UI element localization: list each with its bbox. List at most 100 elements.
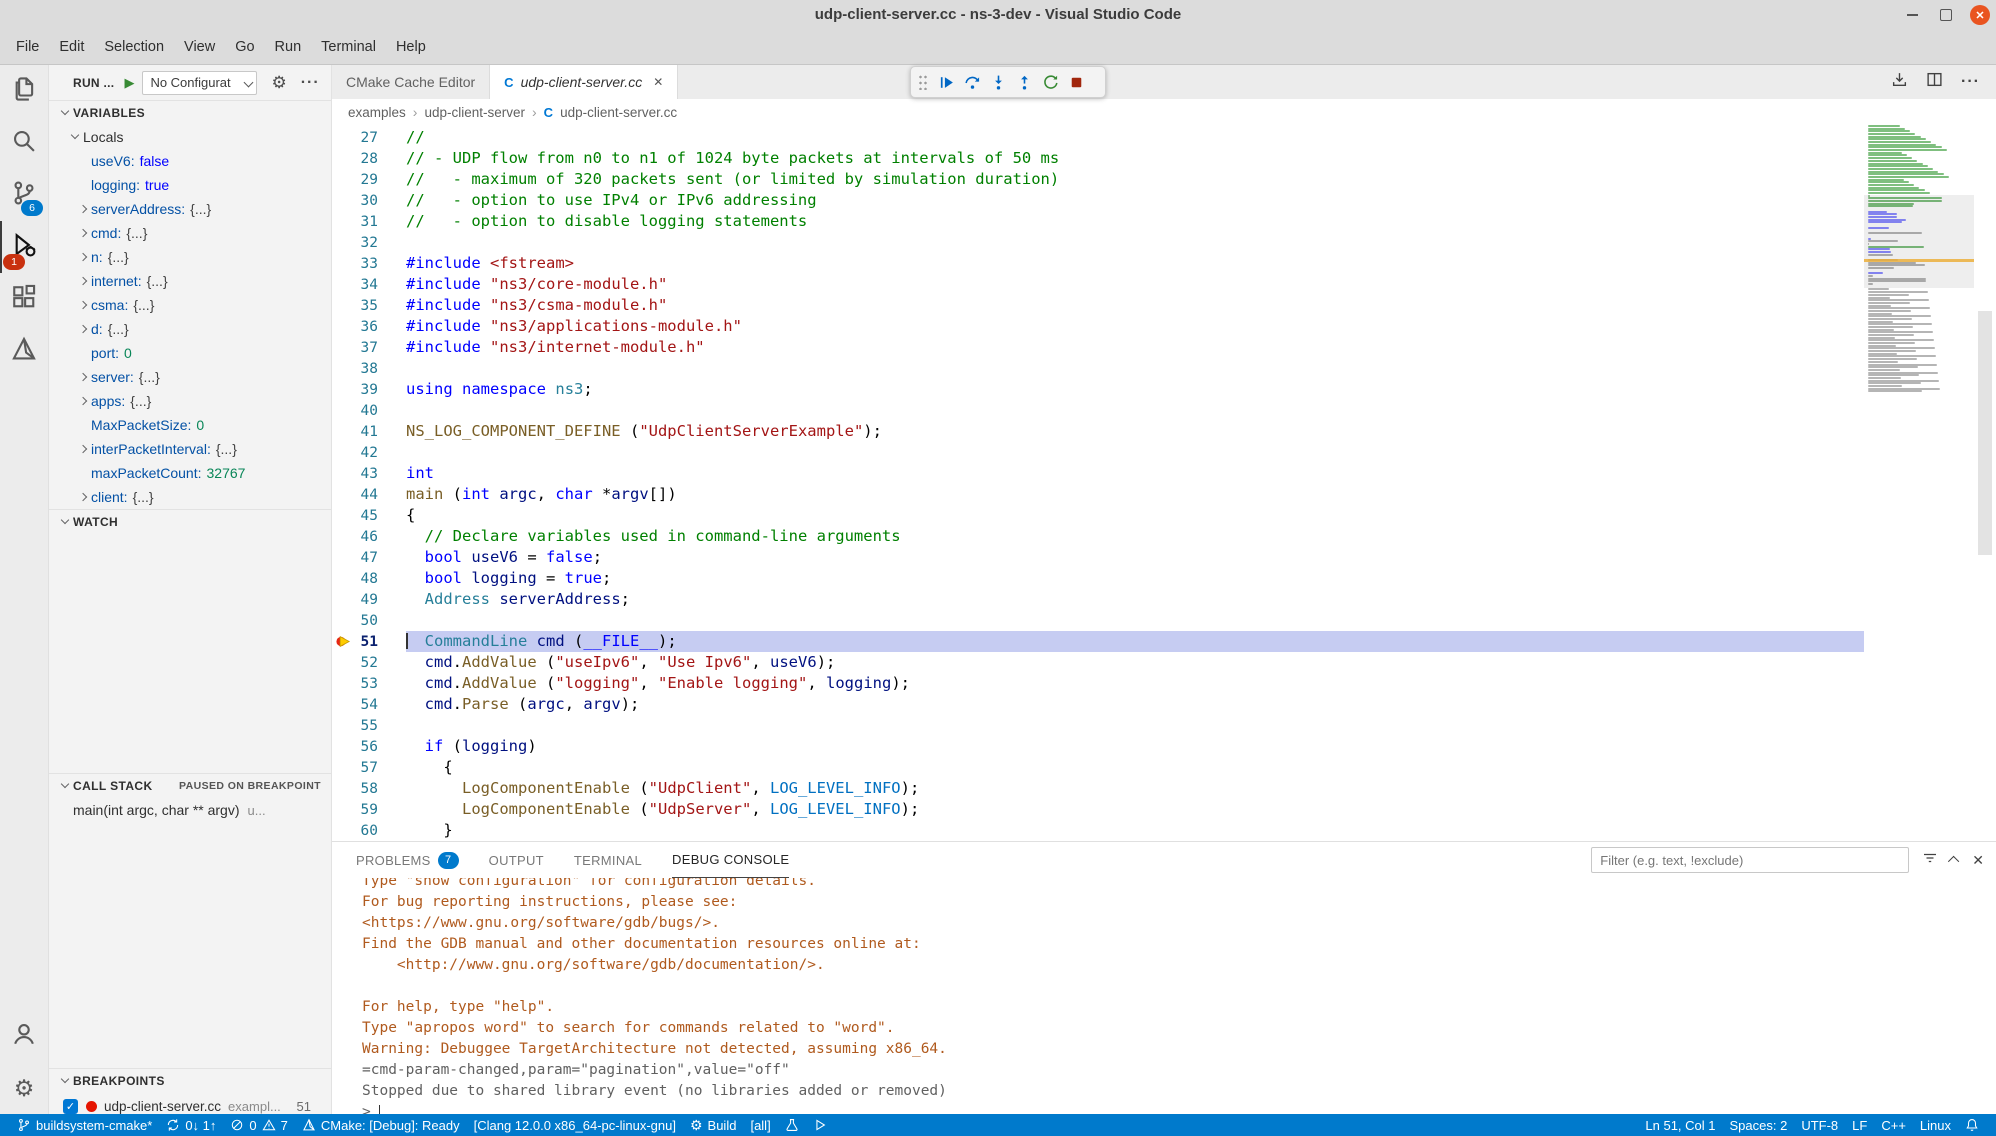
variable-row[interactable]: apps:{...} xyxy=(49,389,331,413)
panel-tab-debug-console[interactable]: DEBUG CONSOLE xyxy=(672,842,789,878)
status-git-branch[interactable]: buildsystem-cmake* xyxy=(10,1118,159,1133)
stop-button[interactable] xyxy=(1064,70,1088,94)
gutter[interactable]: 58 xyxy=(332,778,406,799)
gutter[interactable]: 49 xyxy=(332,589,406,610)
code-line[interactable]: { xyxy=(406,757,1864,778)
editor-scrollbar[interactable] xyxy=(1974,125,1996,841)
tab-udp-client-server[interactable]: C udp-client-server.cc ✕ xyxy=(490,65,678,99)
gutter[interactable]: 48 xyxy=(332,568,406,589)
call-stack-frame[interactable]: main(int argc, char ** argv) u... xyxy=(49,798,331,822)
variable-row[interactable]: MaxPacketSize:0 xyxy=(49,413,331,437)
code-line[interactable] xyxy=(406,358,1864,379)
variable-row[interactable]: interPacketInterval:{...} xyxy=(49,437,331,461)
status-cmake-build[interactable]: ⚙Build xyxy=(683,1118,743,1133)
gutter[interactable]: 59 xyxy=(332,799,406,820)
panel-tab-terminal[interactable]: TERMINAL xyxy=(574,842,642,878)
code-line[interactable]: bool useV6 = false; xyxy=(406,547,1864,568)
status-problems[interactable]: 07 xyxy=(223,1118,294,1133)
variables-section-header[interactable]: VARIABLES xyxy=(49,100,331,125)
breadcrumb-folder[interactable]: examples xyxy=(348,105,406,120)
gutter[interactable]: 53 xyxy=(332,673,406,694)
gutter[interactable]: 34 xyxy=(332,274,406,295)
code-line[interactable] xyxy=(406,442,1864,463)
variable-row[interactable]: logging:true xyxy=(49,173,331,197)
status-git-sync[interactable]: 0↓ 1↑ xyxy=(159,1118,223,1133)
gutter[interactable]: 30 xyxy=(332,190,406,211)
code-line[interactable]: #include "ns3/applications-module.h" xyxy=(406,316,1864,337)
gutter[interactable]: 55 xyxy=(332,715,406,736)
status-test[interactable] xyxy=(778,1118,806,1132)
minimap[interactable] xyxy=(1864,125,1974,425)
step-into-button[interactable] xyxy=(986,70,1010,94)
menu-selection[interactable]: Selection xyxy=(94,39,174,55)
status-cmake-status[interactable]: CMake: [Debug]: Ready xyxy=(295,1118,467,1133)
debug-config-select[interactable]: No Configurat xyxy=(142,71,257,95)
code-line[interactable]: } xyxy=(406,820,1864,841)
variable-row[interactable]: server:{...} xyxy=(49,365,331,389)
call-stack-section-header[interactable]: CALL STACK PAUSED ON BREAKPOINT xyxy=(49,773,331,798)
variable-row[interactable]: cmd:{...} xyxy=(49,221,331,245)
gutter[interactable]: 56 xyxy=(332,736,406,757)
drag-handle-icon[interactable] xyxy=(918,74,929,90)
panel-tab-problems[interactable]: PROBLEMS7 xyxy=(356,842,459,878)
code-line[interactable]: #include "ns3/internet-module.h" xyxy=(406,337,1864,358)
gutter[interactable]: 42 xyxy=(332,442,406,463)
menu-file[interactable]: File xyxy=(6,39,49,55)
code-line[interactable]: int xyxy=(406,463,1864,484)
code-line[interactable]: bool logging = true; xyxy=(406,568,1864,589)
code-line[interactable]: // - maximum of 320 packets sent (or lim… xyxy=(406,169,1864,190)
sidebar-item-extensions[interactable] xyxy=(0,273,48,325)
code-line[interactable] xyxy=(406,610,1864,631)
close-button[interactable]: ✕ xyxy=(1970,5,1990,25)
gutter[interactable]: 29 xyxy=(332,169,406,190)
gutter[interactable]: 46 xyxy=(332,526,406,547)
code-line[interactable]: // - option to use IPv4 or IPv6 addressi… xyxy=(406,190,1864,211)
gutter[interactable]: 52 xyxy=(332,652,406,673)
manage-button[interactable]: ⚙ xyxy=(0,1062,48,1114)
split-editor-icon[interactable] xyxy=(1926,71,1943,93)
code-line[interactable]: LogComponentEnable ("UdpClient", LOG_LEV… xyxy=(406,778,1864,799)
code-line[interactable]: #include "ns3/csma-module.h" xyxy=(406,295,1864,316)
gutter[interactable]: 50 xyxy=(332,610,406,631)
code-line[interactable]: LogComponentEnable ("UdpServer", LOG_LEV… xyxy=(406,799,1864,820)
gutter[interactable]: 36 xyxy=(332,316,406,337)
menu-terminal[interactable]: Terminal xyxy=(311,39,386,55)
sidebar-item-cmake[interactable] xyxy=(0,325,48,377)
minimize-button[interactable] xyxy=(1902,5,1922,25)
gutter[interactable]: 35 xyxy=(332,295,406,316)
gutter[interactable]: 27 xyxy=(332,127,406,148)
gutter[interactable]: 57 xyxy=(332,757,406,778)
menu-go[interactable]: Go xyxy=(225,39,264,55)
code-line[interactable]: #include "ns3/core-module.h" xyxy=(406,274,1864,295)
gutter[interactable]: 33 xyxy=(332,253,406,274)
code-line[interactable] xyxy=(406,232,1864,253)
filter-lines-icon[interactable] xyxy=(1922,850,1938,871)
gutter[interactable]: 54 xyxy=(332,694,406,715)
debug-more-actions-icon[interactable]: ··· xyxy=(301,74,320,92)
gutter[interactable]: 37 xyxy=(332,337,406,358)
menu-run[interactable]: Run xyxy=(265,39,312,55)
menu-help[interactable]: Help xyxy=(386,39,436,55)
restart-button[interactable] xyxy=(1038,70,1062,94)
code-line[interactable]: Address serverAddress; xyxy=(406,589,1864,610)
variables-scope-row[interactable]: Locals xyxy=(49,125,331,149)
gutter[interactable]: 39 xyxy=(332,379,406,400)
status-launch[interactable] xyxy=(806,1118,834,1132)
code-line[interactable] xyxy=(406,715,1864,736)
gutter[interactable]: 31 xyxy=(332,211,406,232)
code-line[interactable]: // Declare variables used in command-lin… xyxy=(406,526,1864,547)
code-line[interactable]: #include <fstream> xyxy=(406,253,1864,274)
variable-row[interactable]: serverAddress:{...} xyxy=(49,197,331,221)
panel-tab-output[interactable]: OUTPUT xyxy=(489,842,544,878)
gutter[interactable]: 44 xyxy=(332,484,406,505)
maximize-button[interactable] xyxy=(1936,5,1956,25)
gutter[interactable]: 41 xyxy=(332,421,406,442)
code-line[interactable] xyxy=(406,400,1864,421)
code-line[interactable]: using namespace ns3; xyxy=(406,379,1864,400)
code-line[interactable]: cmd.AddValue ("logging", "Enable logging… xyxy=(406,673,1864,694)
scrollbar-thumb[interactable] xyxy=(1978,311,1992,555)
code-line[interactable]: NS_LOG_COMPONENT_DEFINE ("UdpClientServe… xyxy=(406,421,1864,442)
gutter[interactable]: 47 xyxy=(332,547,406,568)
gutter[interactable]: 43 xyxy=(332,463,406,484)
variable-row[interactable]: n:{...} xyxy=(49,245,331,269)
